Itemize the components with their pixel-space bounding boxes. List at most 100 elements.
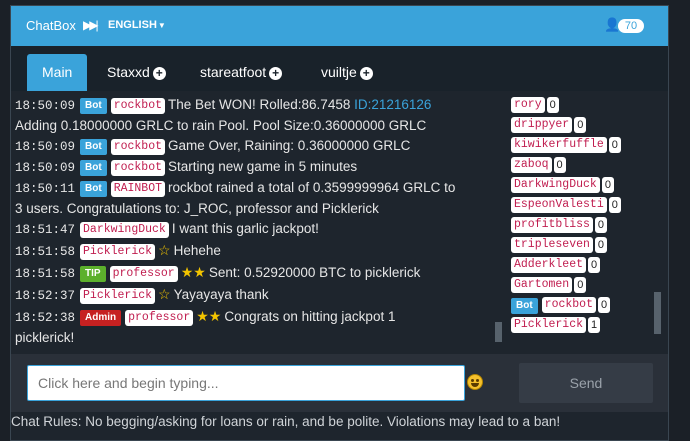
user-name: tripleseven (511, 236, 593, 253)
message-text: rockbot rained a total of 0.3599999964 G… (168, 180, 456, 195)
user-name: EspeonValesti (511, 196, 607, 213)
chat-message: 18:51:58 TIP professor ★★ Sent: 0.52920000 B… (15, 262, 497, 284)
user-list-item[interactable]: profitbliss 0 (511, 215, 651, 235)
message-text: Adding 0.18000000 GRLC to rain Pool. Poo… (15, 118, 427, 133)
star-icon: ★★ (180, 264, 206, 280)
chat-message: 3 users. Congratulations to: J_ROC, prof… (15, 199, 497, 219)
timestamp: 18:51:58 (15, 245, 76, 259)
close-tab-icon[interactable]: + (359, 67, 373, 80)
user-list-item[interactable]: Picklerick 1 (511, 315, 651, 335)
tab-label: Staxxd (107, 64, 150, 80)
user-count: 0 (601, 176, 614, 193)
chat-input[interactable] (27, 365, 465, 401)
user-list-item[interactable]: rory 0 (511, 95, 651, 115)
user-list-item[interactable]: DarkwingDuck 0 (511, 175, 651, 195)
username-tag[interactable]: rockbot (110, 98, 165, 114)
username-tag[interactable]: Picklerick (80, 288, 156, 304)
user-list-item[interactable]: Bot rockbot 0 (511, 295, 651, 315)
message-text: I want this garlic jackpot! (171, 221, 319, 236)
online-users[interactable]: 👤 70 (604, 16, 644, 34)
chat-message: picklerick! (15, 328, 497, 345)
user-icon: 👤 (604, 17, 621, 32)
user-count: 0 (574, 116, 587, 133)
star-icon: ★★ (196, 308, 222, 324)
user-list-scrollbar[interactable] (654, 292, 661, 334)
username-tag[interactable]: DarkwingDuck (80, 222, 169, 238)
user-list-item[interactable]: Gartomen 0 (511, 275, 651, 295)
chat-rules: Chat Rules: No begging/asking for loans … (11, 414, 561, 429)
close-tab-icon[interactable]: + (269, 67, 283, 80)
tab-label: stareatfoot (200, 64, 267, 80)
input-bar: Send (11, 354, 668, 412)
message-list[interactable]: 18:50:09 Bot rockbot The Bet WON! Rolled:86… (15, 95, 497, 345)
message-text: 3 users. Congratulations to: J_ROC, prof… (15, 201, 379, 216)
message-text: Yayayaya thank (173, 287, 269, 302)
tab-main[interactable]: Main (27, 54, 88, 91)
smiley-icon[interactable] (467, 374, 483, 390)
tab-staxxd[interactable]: Staxxd + (107, 54, 166, 91)
username-tag[interactable]: professor (109, 266, 178, 282)
chat-message: 18:50:09 Bot rockbot The Bet WON! Rolled:86… (15, 95, 497, 116)
chat-message: 18:52:38 Admin professor ★★ Congrats on hitt… (15, 306, 497, 328)
message-text: Game Over, Raining: 0.36000000 GRLC (168, 138, 411, 153)
brand-title: ChatBox (26, 18, 76, 33)
user-name: kiwikerfuffle (511, 136, 607, 153)
username-tag[interactable]: rockbot (110, 160, 165, 176)
username-tag[interactable]: RAINBOT (110, 181, 165, 197)
user-count: 0 (594, 216, 608, 233)
timestamp: 18:52:38 (15, 311, 76, 325)
bot-badge: Bot (80, 98, 107, 114)
user-list-item[interactable]: zaboq 0 (511, 155, 651, 175)
user-name: DarkwingDuck (511, 176, 600, 193)
send-button[interactable]: Send (519, 363, 653, 403)
username-tag[interactable]: Picklerick (80, 244, 156, 260)
bet-id-link[interactable]: ID:21216126 (354, 97, 431, 112)
timestamp: 18:50:09 (15, 140, 76, 154)
username-tag[interactable]: professor (125, 310, 194, 326)
caret-down-icon: ▼ (157, 21, 166, 30)
user-list-item[interactable]: drippyer 0 (511, 115, 651, 135)
user-count: 0 (574, 276, 587, 293)
online-count-badge: 70 (618, 19, 644, 33)
user-list-item[interactable]: tripleseven 0 (511, 235, 651, 255)
user-count: 0 (608, 136, 621, 153)
user-name: rory (511, 96, 545, 113)
bot-badge: Bot (80, 139, 107, 155)
user-list-item[interactable]: Adderkleet 0 (511, 255, 651, 275)
tab-vuiltje[interactable]: vuiltje + (321, 54, 373, 91)
admin-badge: Admin (80, 310, 122, 326)
message-text: Congrats on hitting jackpot 1 (224, 309, 396, 324)
chat-message: 18:51:47 DarkwingDuck I want this garlic j… (15, 219, 497, 240)
tab-stareatfoot[interactable]: stareatfoot + (200, 54, 283, 91)
language-label: ENGLISH (108, 19, 157, 31)
message-text: Sent: 0.52920000 BTC to picklerick (208, 265, 421, 280)
user-count: 0 (597, 296, 611, 313)
chat-message: 18:50:11 Bot RAINBOT rockbot rained a total… (15, 178, 497, 199)
user-name: rockbot (541, 296, 596, 313)
user-count: 0 (594, 236, 608, 253)
user-list-item[interactable]: EspeonValesti 0 (511, 195, 651, 215)
bot-badge: Bot (80, 181, 107, 197)
chat-message: 18:51:58 Picklerick ☆ Hehehe (15, 240, 497, 262)
user-name: profitbliss (511, 216, 593, 233)
chatbox-header: ChatBox ▶▶| ENGLISH▼ 👤 70 (11, 6, 668, 46)
close-tab-icon[interactable]: + (152, 67, 166, 80)
message-scrollbar[interactable] (495, 322, 502, 342)
tab-label: vuiltje (321, 64, 357, 80)
chat-message: 18:50:09 Bot rockbot Starting new game in 5… (15, 157, 497, 178)
language-selector[interactable]: ENGLISH▼ (108, 19, 166, 31)
star-icon: ☆ (158, 242, 171, 258)
fast-forward-icon[interactable]: ▶▶| (83, 18, 98, 32)
user-name: Gartomen (511, 276, 573, 293)
bot-badge: Bot (511, 298, 538, 314)
chat-message: Adding 0.18000000 GRLC to rain Pool. Poo… (15, 116, 497, 136)
bot-badge: Bot (80, 160, 107, 176)
chat-message: 18:50:09 Bot rockbot Game Over, Raining: 0.… (15, 136, 497, 157)
chatbox-window: ChatBox ▶▶| ENGLISH▼ 👤 70 Main Staxxd + s… (10, 5, 669, 441)
user-count: 0 (588, 256, 601, 273)
user-list-item[interactable]: kiwikerfuffle 0 (511, 135, 651, 155)
username-tag[interactable]: rockbot (110, 139, 165, 155)
timestamp: 18:50:09 (15, 161, 76, 175)
tip-badge: TIP (80, 266, 106, 282)
user-list[interactable]: rory 0 drippyer 0 kiwikerfuffle 0 zaboq 0 Da… (511, 95, 651, 345)
